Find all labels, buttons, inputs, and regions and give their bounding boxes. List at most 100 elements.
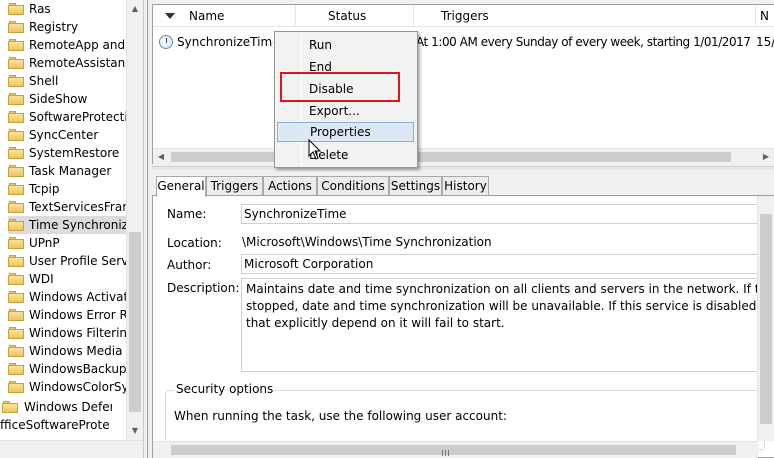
folder-icon — [8, 21, 24, 33]
folder-icon — [8, 363, 24, 375]
tree-item-label: SyncCenter — [29, 128, 99, 142]
tree-item[interactable]: SideShow — [8, 90, 126, 108]
description-line: Maintains date and time synchronization … — [246, 282, 760, 296]
tree-item[interactable]: SystemRestore — [8, 144, 126, 162]
folder-icon — [8, 219, 24, 231]
details-horizontal-scrollbar[interactable] — [153, 441, 758, 458]
security-options-text: When running the task, use the following… — [174, 409, 507, 423]
tree-item[interactable]: TextServicesFramew — [8, 198, 126, 216]
folder-icon — [8, 165, 24, 177]
tab-triggers[interactable]: Triggers — [206, 176, 263, 196]
tree-item-label: Windows Activation — [29, 290, 126, 304]
folder-icon — [8, 345, 24, 357]
scroll-up-arrow-icon[interactable]: ▲ — [127, 0, 143, 17]
location-label: Location: — [167, 236, 222, 250]
tree-item[interactable]: RemoteAssistance — [8, 54, 126, 72]
description-field[interactable]: Maintains date and time synchronization … — [241, 278, 761, 372]
task-name-field[interactable]: SynchronizeTime — [241, 204, 761, 224]
folder-tree[interactable]: Ras Registry RemoteApp and D RemoteAssistan… — [0, 0, 144, 458]
tree-item[interactable]: RemoteApp and D — [8, 36, 126, 54]
tree-item-label: Task Manager — [29, 164, 112, 178]
task-next-run-cell: 15/07/2 — [756, 35, 774, 49]
column-header-next-run[interactable]: N — [756, 5, 774, 27]
pane-splitter[interactable] — [152, 166, 774, 170]
folder-icon — [8, 57, 24, 69]
tree-item[interactable]: Windows Error Rep — [8, 306, 126, 324]
folder-icon — [8, 75, 24, 87]
folder-icon — [8, 309, 24, 321]
tree-item[interactable]: WindowsBackup — [8, 360, 126, 378]
menu-item-export[interactable]: Export... — [278, 101, 414, 121]
tree-item[interactable]: Windows Activation — [8, 288, 126, 306]
tree-item[interactable]: WDI — [8, 270, 126, 288]
tree-item-label: User Profile Service — [29, 254, 126, 268]
tree-item[interactable]: Ras — [8, 0, 126, 18]
tree-item-label: TextServicesFramew — [29, 200, 126, 214]
tree-item[interactable]: Registry — [8, 18, 126, 36]
column-header-name[interactable]: Name — [153, 5, 296, 27]
tree-item[interactable]: UPnP — [8, 234, 126, 252]
folder-icon — [8, 255, 24, 267]
table-row[interactable]: SynchronizeTime At 1:00 AM every Sunday … — [153, 32, 774, 52]
tree-vertical-scrollbar[interactable]: ▲ ▼ — [126, 0, 143, 440]
folder-icon — [8, 381, 24, 393]
folder-icon — [8, 93, 24, 105]
scroll-thumb[interactable] — [171, 445, 736, 456]
task-panel: Name Status Triggers N SynchronizeTime A… — [147, 0, 774, 458]
menu-item-delete[interactable]: Delete — [278, 145, 414, 165]
tree-item[interactable]: Shell — [8, 72, 126, 90]
general-tab-panel: Name: SynchronizeTime Location: \Microso… — [152, 195, 774, 458]
tree-item[interactable]: Task Manager — [8, 162, 126, 180]
column-header-status[interactable]: Status — [296, 5, 414, 27]
tree-item-label: RemoteApp and D — [29, 38, 126, 52]
task-list[interactable]: Name Status Triggers N SynchronizeTime A… — [152, 4, 774, 164]
tree-item-office-software-protection[interactable]: fficeSoftwareProtection — [0, 416, 110, 434]
scroll-thumb[interactable] — [171, 152, 731, 162]
tree-item[interactable]: User Profile Service — [8, 252, 126, 270]
tree-item-label: Time Synchronizati — [29, 218, 126, 232]
task-triggers-cell: At 1:00 AM every Sunday of every week, s… — [416, 35, 751, 49]
scroll-thumb[interactable] — [760, 214, 772, 424]
task-list-horizontal-scrollbar[interactable]: ◀ ▶ — [153, 148, 774, 164]
folder-icon — [8, 183, 24, 195]
tree-item[interactable]: Windows Filtering — [8, 324, 126, 342]
description-line: stopped, date and time synchronization w… — [246, 299, 761, 313]
menu-item-run[interactable]: Run — [278, 35, 414, 55]
scroll-down-arrow-icon[interactable]: ▼ — [127, 422, 143, 439]
tab-actions[interactable]: Actions — [263, 176, 317, 196]
tree-item-label: Windows Media Sl — [29, 344, 126, 358]
tree-item[interactable]: WindowsColorSyst — [8, 378, 126, 396]
author-label: Author: — [167, 258, 212, 272]
mouse-cursor-icon — [308, 139, 322, 160]
folder-icon — [8, 3, 24, 15]
scroll-left-arrow-icon[interactable]: ◀ — [153, 149, 169, 165]
tree-item[interactable]: Windows Media Sl — [8, 342, 126, 360]
menu-item-properties[interactable]: Properties — [277, 122, 414, 142]
tree-item[interactable]: SyncCenter — [8, 126, 126, 144]
tree-horizontal-scrollbar[interactable] — [0, 440, 143, 458]
name-label: Name: — [167, 207, 207, 221]
tree-item-label: RemoteAssistance — [29, 56, 126, 70]
details-vertical-scrollbar[interactable] — [757, 196, 774, 441]
scroll-thumb[interactable] — [129, 232, 141, 412]
author-field[interactable]: Microsoft Corporation — [241, 254, 761, 274]
tree-item-label: Windows Error Rep — [29, 308, 126, 322]
tree-item[interactable]: Tcpip — [8, 180, 126, 198]
tree-item-label: SystemRestore — [29, 146, 120, 160]
tab-history[interactable]: History — [442, 176, 489, 196]
tab-settings[interactable]: Settings — [389, 176, 442, 196]
tree-item-label: Windows Defender — [24, 400, 112, 414]
tree-item[interactable]: Time Synchronizati — [8, 216, 126, 234]
tree-item[interactable]: SoftwareProtection — [8, 108, 126, 126]
clock-icon — [159, 35, 173, 49]
tab-general[interactable]: General — [156, 176, 206, 197]
scroll-right-arrow-icon[interactable]: ▶ — [758, 149, 774, 165]
column-header-triggers[interactable]: Triggers — [414, 5, 756, 27]
list-header: Name Status Triggers N — [153, 5, 774, 27]
task-name-cell: SynchronizeTime — [177, 35, 273, 49]
sort-arrow-icon — [165, 13, 175, 19]
tab-conditions[interactable]: Conditions — [317, 176, 389, 196]
folder-icon — [8, 129, 24, 141]
folder-icon — [8, 39, 24, 51]
tree-item-windows-defender[interactable]: Windows Defender — [0, 398, 112, 416]
